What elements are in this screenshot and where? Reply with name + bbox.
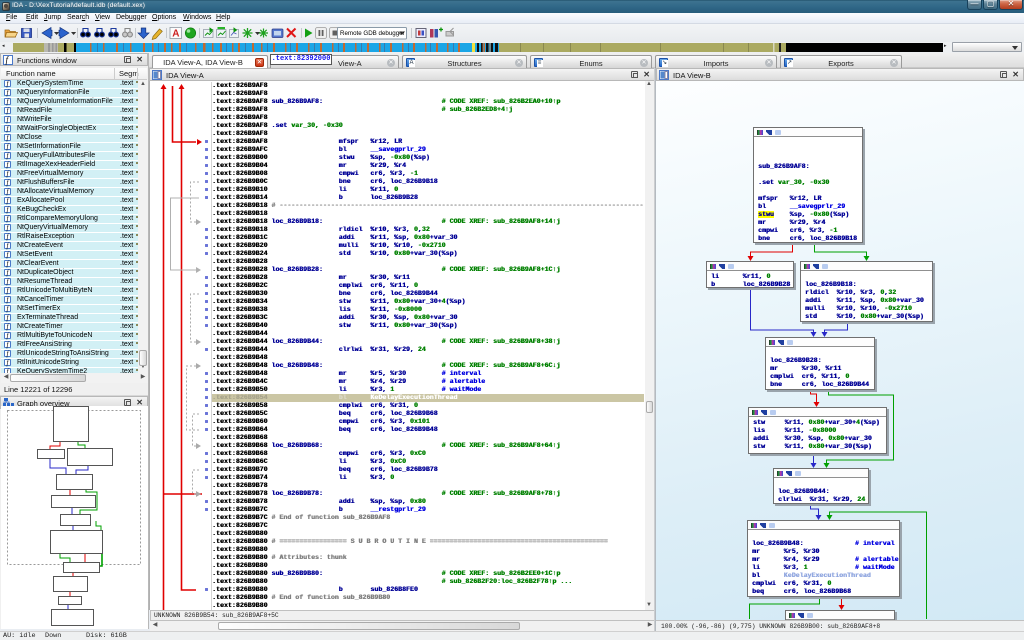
svg-text:A: A xyxy=(172,29,179,40)
svg-text:Remote GDB debugger: Remote GDB debugger xyxy=(340,30,405,37)
